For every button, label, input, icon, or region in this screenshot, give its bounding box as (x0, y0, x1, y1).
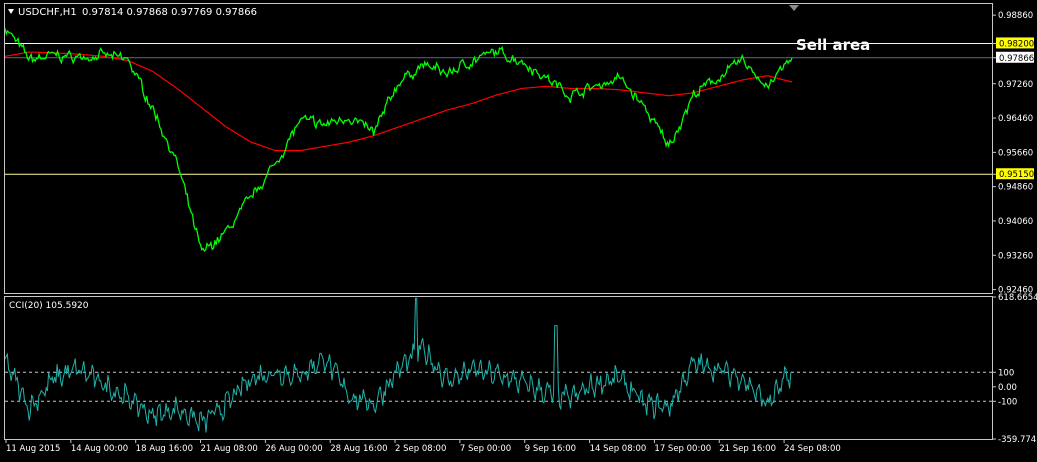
time-tick-label: 24 Sep 08:00 (784, 444, 841, 454)
cci-tick-label: 0.00 (998, 383, 1017, 393)
price-tick-label: 0.98860 (998, 11, 1033, 21)
price-tick-label: 0.94060 (998, 217, 1033, 227)
time-tick-label: 18 Aug 16:00 (136, 444, 193, 454)
price-tick-label: 0.94860 (998, 183, 1033, 193)
chart-window[interactable]: USDCHF,H1 0.97814 0.97868 0.97769 0.9786… (0, 0, 1037, 458)
price-tick-label: 0.95660 (998, 148, 1033, 158)
time-tick-label: 2 Sep 08:00 (395, 444, 446, 454)
cci-title: CCI(20) 105.5920 (9, 301, 89, 311)
cci-tick-label: 618.6654 (998, 293, 1037, 303)
price-tick-label: 0.96460 (998, 114, 1033, 124)
chart-canvas[interactable]: USDCHF,H1 0.97814 0.97868 0.97769 0.9786… (0, 0, 1037, 458)
time-tick-label: 17 Sep 00:00 (654, 444, 711, 454)
time-tick-label: 11 Aug 2015 (6, 444, 60, 454)
time-tick-label: 14 Aug 00:00 (71, 444, 128, 454)
time-tick-label: 14 Sep 08:00 (590, 444, 647, 454)
cci-tick-label: 100 (998, 368, 1014, 378)
ohlc-readout: 0.97814 0.97868 0.97769 0.97866 (82, 7, 257, 18)
cci-tick-label: -100 (998, 397, 1017, 407)
symbol-label: USDCHF,H1 (18, 7, 77, 18)
level-price-label: 0.95150 (999, 170, 1034, 180)
time-tick-label: 7 Sep 00:00 (460, 444, 511, 454)
price-tick-label: 0.97260 (998, 80, 1033, 90)
time-tick-label: 26 Aug 00:00 (265, 444, 322, 454)
price-tick-label: 0.93260 (998, 251, 1033, 261)
level-price-label: 0.98200 (999, 39, 1034, 49)
time-tick-label: 21 Aug 08:00 (201, 444, 258, 454)
sell-area-label: Sell area (796, 36, 870, 54)
time-tick-label: 9 Sep 16:00 (525, 444, 576, 454)
time-tick-label: 28 Aug 16:00 (330, 444, 387, 454)
current-price-label: 0.97866 (999, 54, 1034, 64)
time-tick-label: 21 Sep 16:00 (719, 444, 776, 454)
cci-tick-label: -359.7745 (998, 435, 1037, 445)
